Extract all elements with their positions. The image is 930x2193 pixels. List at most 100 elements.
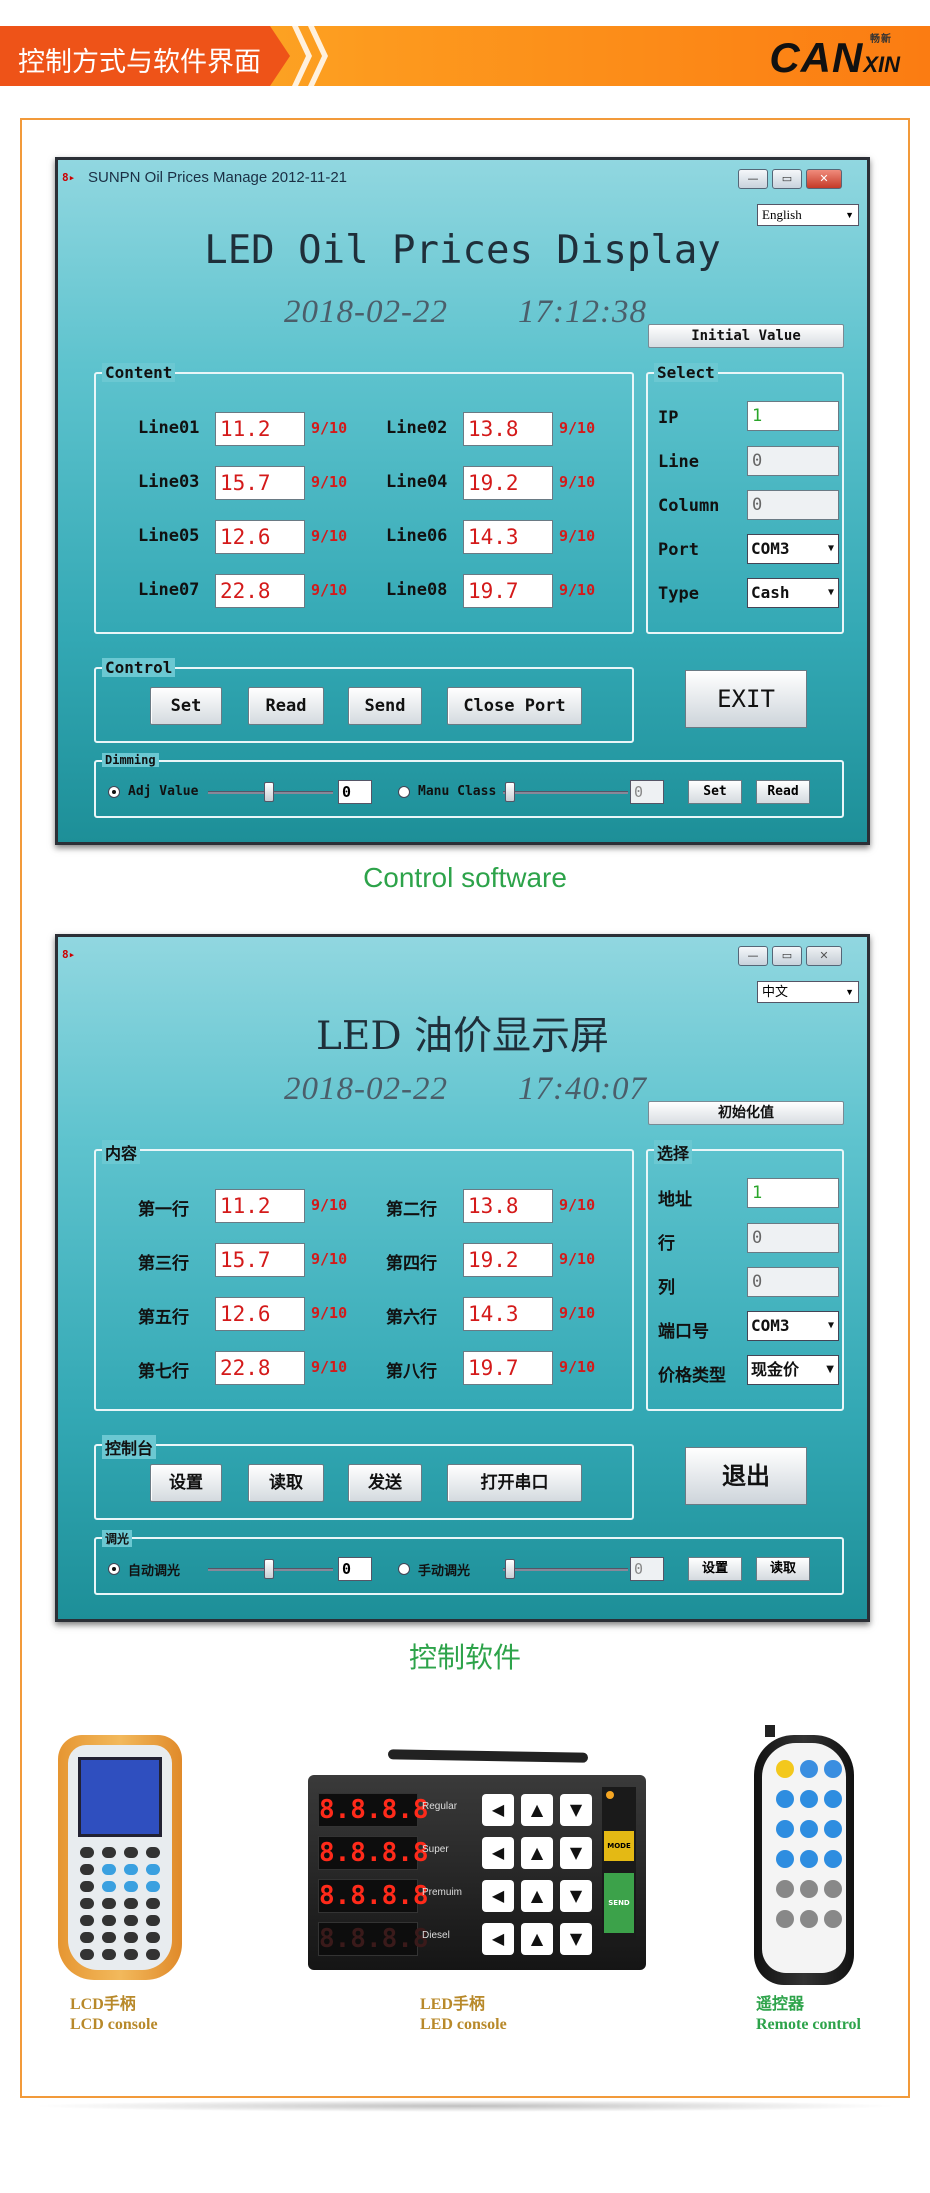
ip-input[interactable]: 1 [747, 1178, 839, 1208]
lcd-key[interactable] [80, 1932, 94, 1943]
lcd-key[interactable] [80, 1864, 94, 1875]
adj-value-number[interactable]: 0 [338, 780, 372, 804]
manu-class-number[interactable]: 0 [630, 780, 664, 804]
remote-key[interactable] [776, 1790, 794, 1808]
manual-dimming-number[interactable]: 0 [630, 1557, 664, 1581]
dimming-read-button[interactable]: Read [756, 780, 810, 804]
line-value-input[interactable]: 15.7 [215, 1243, 305, 1277]
send-button[interactable]: SEND [604, 1873, 634, 1933]
line-value-input[interactable]: 12.6 [215, 520, 305, 554]
remote-key[interactable] [824, 1760, 842, 1778]
remote-key[interactable] [776, 1880, 794, 1898]
manu-class-radio[interactable] [398, 786, 410, 798]
remote-key[interactable] [776, 1910, 794, 1928]
lcd-key[interactable] [80, 1881, 94, 1892]
lcd-key[interactable] [146, 1915, 160, 1926]
remote-key[interactable] [824, 1910, 842, 1928]
slider-thumb[interactable] [505, 1559, 515, 1579]
remote-key[interactable] [800, 1820, 818, 1838]
dimming-set-button[interactable]: 设置 [688, 1557, 742, 1581]
lcd-key[interactable] [102, 1949, 116, 1960]
left-arrow-icon[interactable]: ◀ [482, 1837, 514, 1869]
line-value-input[interactable]: 11.2 [215, 1189, 305, 1223]
line-value-input[interactable]: 13.8 [463, 1189, 553, 1223]
down-arrow-icon[interactable]: ▼ [560, 1923, 592, 1955]
close-window-button[interactable]: ✕ [806, 169, 842, 189]
lcd-key[interactable] [102, 1915, 116, 1926]
auto-dimming-number[interactable]: 0 [338, 1557, 372, 1581]
manu-class-slider[interactable] [503, 778, 628, 806]
remote-key[interactable] [800, 1880, 818, 1898]
lcd-key[interactable] [102, 1932, 116, 1943]
line-value-input[interactable]: 19.2 [463, 1243, 553, 1277]
remote-key[interactable] [800, 1850, 818, 1868]
line-value-input[interactable]: 14.3 [463, 1297, 553, 1331]
down-arrow-icon[interactable]: ▼ [560, 1794, 592, 1826]
lcd-key[interactable] [146, 1932, 160, 1943]
close-port-button[interactable]: Close Port [447, 687, 582, 725]
left-arrow-icon[interactable]: ◀ [482, 1880, 514, 1912]
read-button[interactable]: 读取 [248, 1464, 324, 1502]
close-window-button[interactable]: ✕ [806, 946, 842, 966]
remote-key[interactable] [824, 1880, 842, 1898]
send-button[interactable]: 发送 [348, 1464, 422, 1502]
slider-thumb[interactable] [264, 782, 274, 802]
language-select[interactable]: English ▼ [757, 204, 859, 226]
line-value-input[interactable]: 19.7 [463, 574, 553, 608]
ip-input[interactable]: 1 [747, 401, 839, 431]
line-value-input[interactable]: 19.7 [463, 1351, 553, 1385]
port-select[interactable]: COM3 ▼ [747, 1311, 839, 1341]
maximize-button[interactable]: ▭ [772, 946, 802, 966]
read-button[interactable]: Read [248, 687, 324, 725]
lcd-key[interactable] [102, 1847, 116, 1858]
lcd-key[interactable] [124, 1915, 138, 1926]
up-arrow-icon[interactable]: ▲ [521, 1880, 553, 1912]
lcd-key[interactable] [102, 1881, 116, 1892]
adj-value-radio[interactable] [108, 786, 120, 798]
lcd-key[interactable] [146, 1847, 160, 1858]
column-input[interactable]: 0 [747, 1267, 839, 1297]
mode-button[interactable]: MODE [604, 1831, 634, 1861]
dimming-set-button[interactable]: Set [688, 780, 742, 804]
line-value-input[interactable]: 11.2 [215, 412, 305, 446]
lcd-key[interactable] [124, 1898, 138, 1909]
lcd-key[interactable] [146, 1898, 160, 1909]
remote-key[interactable] [800, 1910, 818, 1928]
language-select[interactable]: 中文 ▼ [757, 981, 859, 1003]
initial-value-button[interactable]: Initial Value [648, 324, 844, 348]
lcd-key[interactable] [146, 1864, 160, 1875]
adj-value-slider[interactable] [208, 778, 333, 806]
lcd-key[interactable] [102, 1898, 116, 1909]
manual-dimming-slider[interactable] [503, 1555, 628, 1583]
dimming-read-button[interactable]: 读取 [756, 1557, 810, 1581]
up-arrow-icon[interactable]: ▲ [521, 1794, 553, 1826]
set-button[interactable]: Set [150, 687, 222, 725]
slider-thumb[interactable] [264, 1559, 274, 1579]
type-select[interactable]: 现金价 ▼ [747, 1355, 839, 1385]
up-arrow-icon[interactable]: ▲ [521, 1923, 553, 1955]
auto-dimming-radio[interactable] [108, 1563, 120, 1575]
lcd-key[interactable] [146, 1881, 160, 1892]
initial-value-button[interactable]: 初始化值 [648, 1101, 844, 1125]
lcd-key[interactable] [146, 1949, 160, 1960]
line-value-input[interactable]: 14.3 [463, 520, 553, 554]
down-arrow-icon[interactable]: ▼ [560, 1880, 592, 1912]
lcd-key[interactable] [80, 1847, 94, 1858]
lcd-key[interactable] [124, 1932, 138, 1943]
down-arrow-icon[interactable]: ▼ [560, 1837, 592, 1869]
remote-key[interactable] [776, 1820, 794, 1838]
exit-button[interactable]: EXIT [685, 670, 807, 728]
line-value-input[interactable]: 12.6 [215, 1297, 305, 1331]
line-value-input[interactable]: 19.2 [463, 466, 553, 500]
open-port-button[interactable]: 打开串口 [447, 1464, 582, 1502]
port-select[interactable]: COM3 ▼ [747, 534, 839, 564]
remote-key[interactable] [824, 1820, 842, 1838]
remote-key[interactable] [824, 1850, 842, 1868]
minimize-button[interactable]: — [738, 946, 768, 966]
up-arrow-icon[interactable]: ▲ [521, 1837, 553, 1869]
column-input[interactable]: 0 [747, 490, 839, 520]
set-button[interactable]: 设置 [150, 1464, 222, 1502]
lcd-key[interactable] [80, 1949, 94, 1960]
manual-dimming-radio[interactable] [398, 1563, 410, 1575]
lcd-key[interactable] [124, 1847, 138, 1858]
